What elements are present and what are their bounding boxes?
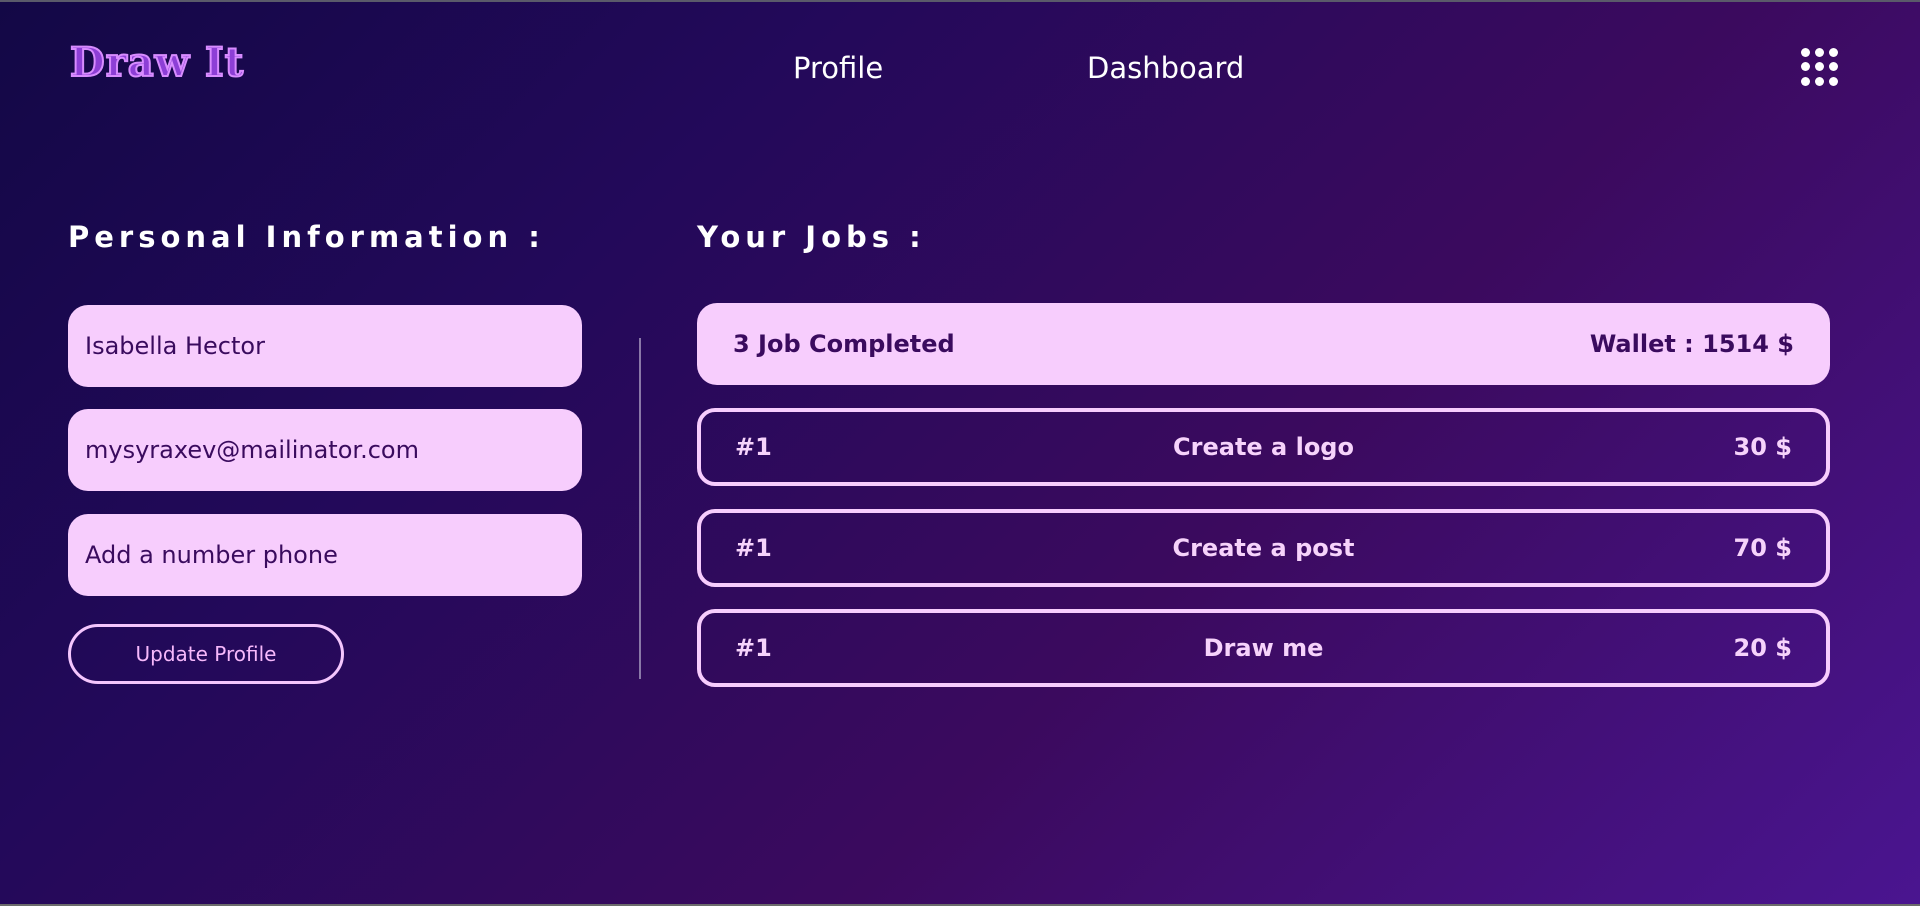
job-index: #1: [735, 534, 772, 562]
job-index: #1: [735, 433, 772, 461]
phone-field[interactable]: [68, 514, 582, 596]
grid-dot: [1829, 76, 1838, 86]
jobs-summary-bar: 3 Job Completed Wallet : 1514 $: [697, 303, 1830, 385]
jobs-completed-count: 3 Job Completed: [733, 330, 955, 358]
email-field[interactable]: [68, 409, 582, 491]
grid-dot: [1815, 62, 1824, 72]
wallet-label: Wallet :: [1589, 330, 1694, 358]
grid-dot: [1815, 76, 1824, 86]
update-profile-button[interactable]: Update Profile: [68, 624, 344, 684]
wallet-value: 1514 $: [1702, 330, 1794, 358]
grid-dot: [1801, 48, 1810, 57]
grid-dot: [1801, 76, 1810, 86]
section-divider: [639, 338, 641, 679]
nav-profile-link[interactable]: Profile: [793, 48, 883, 88]
job-title: Create a post: [1172, 534, 1355, 562]
job-row[interactable]: #1 Create a logo 30 $: [697, 408, 1830, 486]
grid-dot: [1829, 48, 1838, 57]
your-jobs-title: Your Jobs :: [697, 220, 926, 254]
job-price: 30 $: [1733, 433, 1792, 461]
wallet-balance: Wallet : 1514 $: [1590, 330, 1794, 358]
job-price: 70 $: [1733, 534, 1792, 562]
job-title: Draw me: [1203, 634, 1324, 662]
job-row[interactable]: #1 Draw me 20 $: [697, 609, 1830, 687]
grid-dot: [1815, 48, 1824, 57]
app-logo[interactable]: Draw It: [69, 38, 244, 88]
apps-grid-icon[interactable]: [1801, 48, 1839, 86]
job-title: Create a logo: [1173, 433, 1354, 461]
grid-dot: [1829, 62, 1838, 72]
job-row[interactable]: #1 Create a post 70 $: [697, 509, 1830, 587]
wallet-spacer: [1694, 330, 1702, 358]
job-price: 20 $: [1733, 634, 1792, 662]
personal-info-title: Personal Information :: [68, 220, 545, 254]
job-index: #1: [735, 634, 772, 662]
window-top-border: [0, 0, 1920, 2]
name-field[interactable]: [68, 305, 582, 387]
grid-dot: [1801, 62, 1810, 72]
nav-dashboard-link[interactable]: Dashboard: [1087, 48, 1244, 88]
